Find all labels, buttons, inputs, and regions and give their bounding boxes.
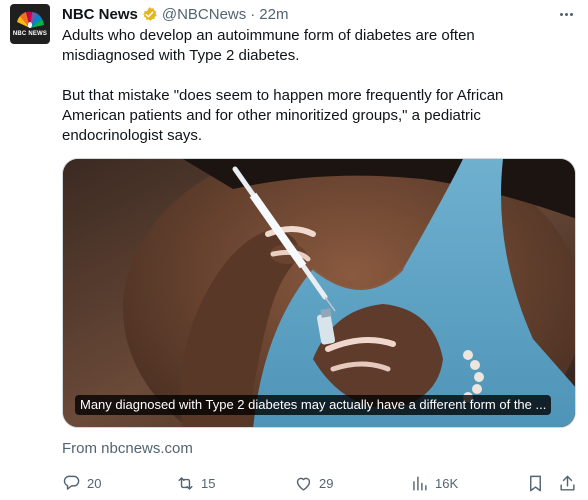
tweet-timestamp[interactable]: 22m bbox=[259, 6, 288, 23]
verified-badge-icon[interactable] bbox=[141, 6, 158, 23]
views-chart-icon bbox=[413, 475, 427, 491]
reply-count: 20 bbox=[87, 475, 102, 491]
views-count: 16K bbox=[435, 475, 459, 491]
media-caption: Many diagnosed with Type 2 diabetes may … bbox=[75, 395, 552, 415]
tweet-paragraph: But that mistake "does seem to happen mo… bbox=[62, 87, 504, 144]
share-icon bbox=[560, 475, 575, 491]
tweet-action-bar: 20 15 29 16K bbox=[62, 472, 578, 494]
tweet-text: Adults who develop an autoimmune form of… bbox=[62, 26, 567, 146]
author-name[interactable]: NBC News bbox=[62, 6, 138, 23]
views-button[interactable]: 16K bbox=[410, 472, 458, 494]
bookmark-button[interactable] bbox=[526, 472, 545, 494]
reply-icon bbox=[63, 475, 80, 490]
avatar-logo-text: NBC NEWS bbox=[12, 31, 48, 37]
link-source[interactable]: From nbcnews.com bbox=[62, 440, 193, 457]
heart-icon bbox=[296, 477, 311, 491]
retweet-icon bbox=[178, 476, 193, 490]
header-separator: · bbox=[250, 5, 256, 23]
share-button[interactable] bbox=[558, 472, 577, 494]
like-count: 29 bbox=[319, 475, 334, 491]
link-card-image[interactable]: Many diagnosed with Type 2 diabetes may … bbox=[62, 158, 576, 428]
author-handle[interactable]: @NBCNews bbox=[162, 6, 246, 23]
tweet-header: NBC News @NBCNews · 22m bbox=[62, 4, 288, 24]
like-button[interactable]: 29 bbox=[294, 472, 333, 494]
tweet-paragraph: Adults who develop an autoimmune form of… bbox=[62, 27, 475, 64]
avatar[interactable]: NBC NEWS bbox=[10, 4, 50, 44]
retweet-count: 15 bbox=[201, 475, 216, 491]
retweet-button[interactable]: 15 bbox=[176, 472, 215, 494]
article-photo bbox=[63, 159, 575, 427]
bookmark-icon bbox=[530, 475, 541, 491]
nbc-peacock-logo bbox=[17, 11, 44, 28]
reply-button[interactable]: 20 bbox=[62, 472, 101, 494]
more-options-icon[interactable] bbox=[556, 4, 576, 24]
